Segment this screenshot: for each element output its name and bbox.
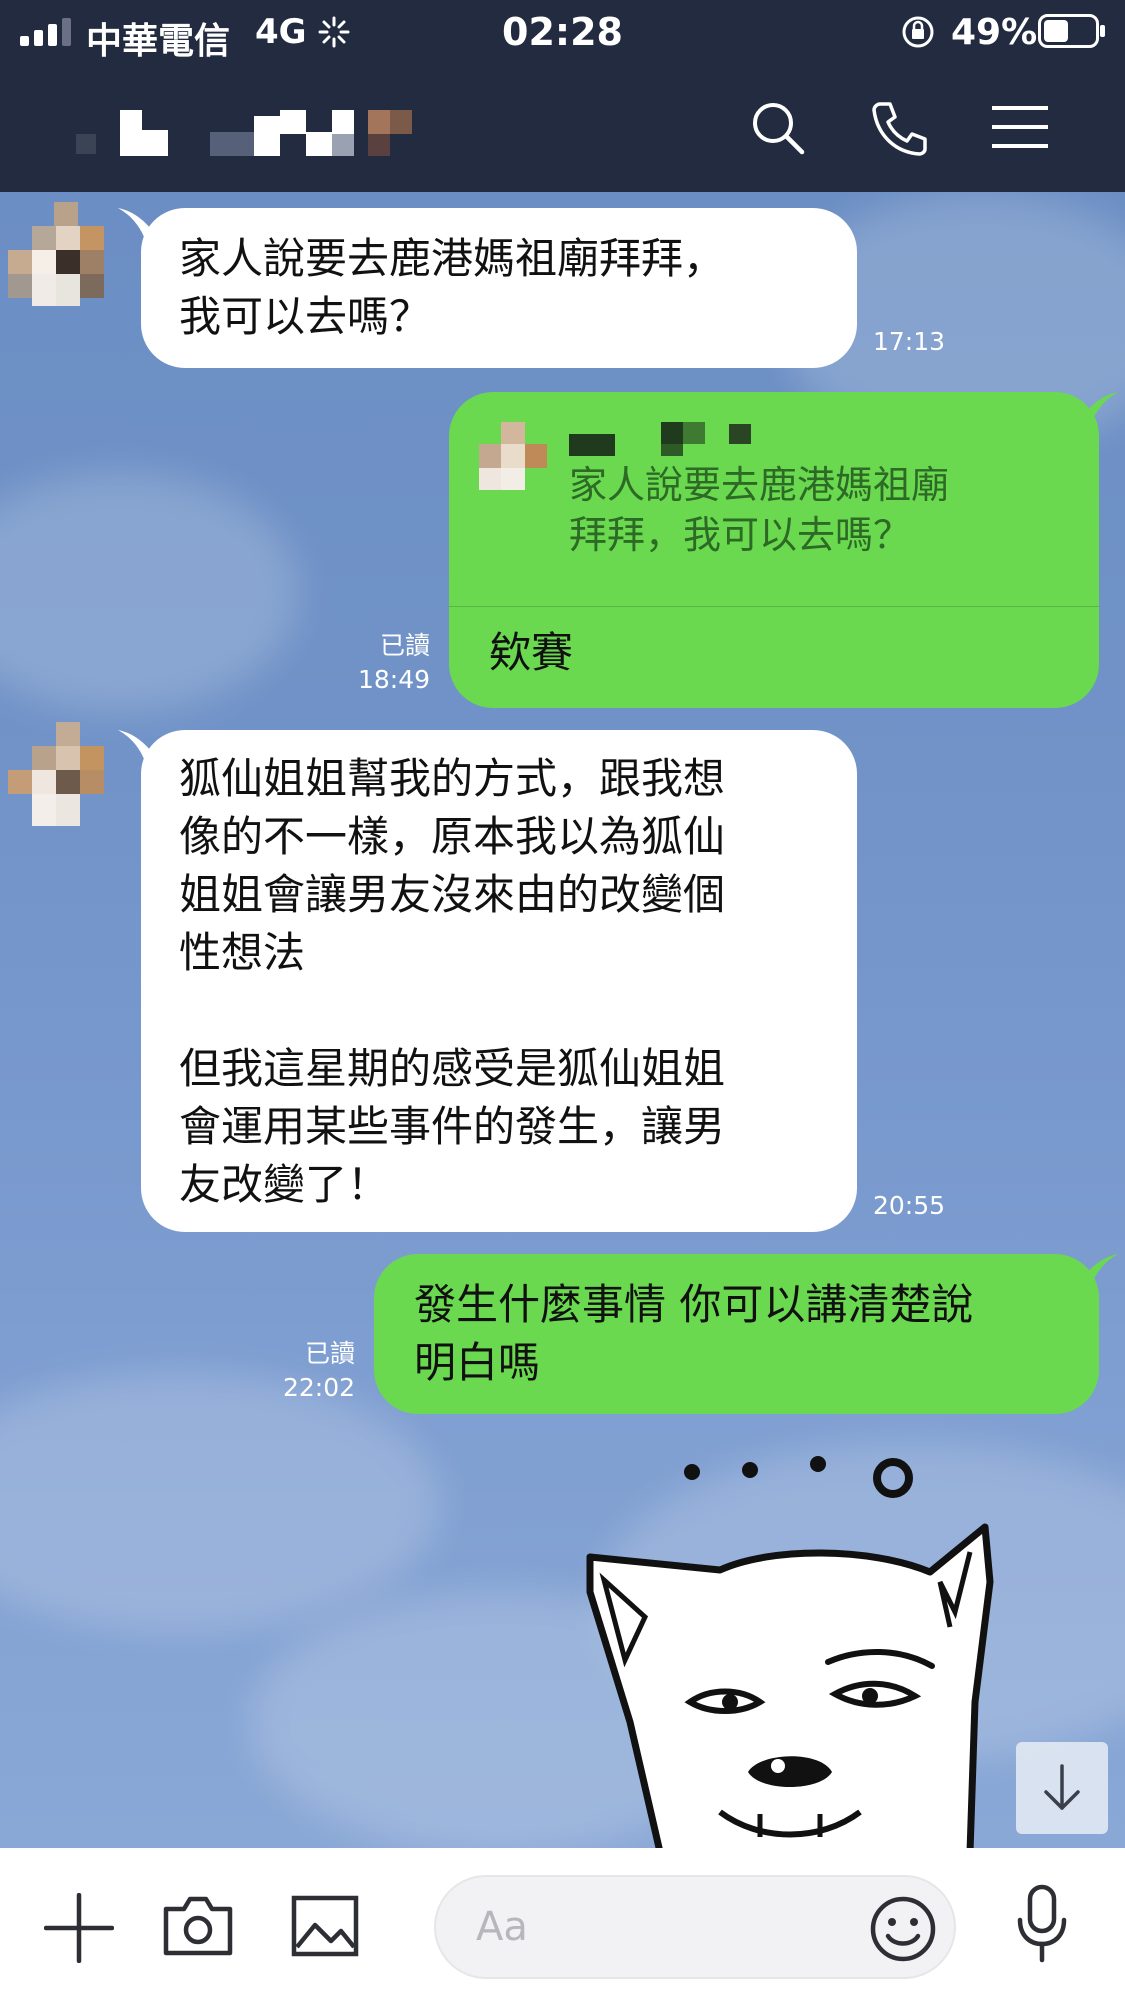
message-time: 17:13 xyxy=(873,327,946,356)
reply-sender-pixelated xyxy=(569,422,799,456)
read-receipt: 已讀 xyxy=(304,1339,355,1368)
avatar[interactable] xyxy=(8,202,112,306)
arrow-down-icon xyxy=(1044,1764,1080,1810)
rotation-lock-icon xyxy=(902,16,934,48)
chat-area[interactable]: 家人說要去鹿港媽祖廟拜拜， 我可以去嗎？ 17:13 家人說要去鹿港媽祖廟 拜拜… xyxy=(0,192,1125,1848)
contact-name-pixelated[interactable] xyxy=(70,104,420,166)
message-time: 20:55 xyxy=(873,1191,946,1220)
message-input[interactable]: Aa xyxy=(434,1875,956,1979)
search-icon[interactable] xyxy=(748,98,808,158)
input-bar: Aa xyxy=(0,1848,1125,2001)
dog-sticker[interactable] xyxy=(570,1452,1010,1848)
read-receipt: 已讀 xyxy=(379,631,430,660)
bubble-tail xyxy=(118,730,158,770)
emoji-icon[interactable] xyxy=(868,1894,938,1964)
message-bubble-outgoing[interactable]: 家人說要去鹿港媽祖廟 拜拜，我可以去嗎？ 欸賽 xyxy=(449,392,1099,708)
status-bar: 中華電信 4G 02:28 49% xyxy=(0,0,1125,62)
bubble-tail xyxy=(118,208,158,248)
bubble-tail xyxy=(1078,1254,1118,1294)
battery-percent: 49% xyxy=(951,12,1038,53)
message-text: 家人說要去鹿港媽祖廟拜拜， 我可以去嗎？ xyxy=(179,234,726,341)
message-time: 18:49 xyxy=(357,665,430,694)
scroll-to-bottom-button[interactable] xyxy=(1016,1742,1108,1834)
reply-avatar xyxy=(479,422,547,490)
message-text: 欸賽 xyxy=(489,628,574,677)
phone-icon[interactable] xyxy=(866,98,928,160)
bubble-tail xyxy=(1078,392,1118,432)
image-icon[interactable] xyxy=(291,1895,359,1957)
message-input-placeholder: Aa xyxy=(476,1904,528,1950)
plus-icon[interactable] xyxy=(44,1893,114,1963)
reply-quote-text: 家人說要去鹿港媽祖廟 拜拜，我可以去嗎？ xyxy=(569,463,950,557)
avatar[interactable] xyxy=(8,722,112,826)
message-text: 發生什麼事情 你可以講清楚說 明白嗎 xyxy=(414,1280,974,1387)
message-bubble-outgoing[interactable]: 發生什麼事情 你可以講清楚說 明白嗎 xyxy=(374,1254,1099,1414)
battery-icon xyxy=(1038,14,1105,48)
menu-icon[interactable] xyxy=(992,104,1048,150)
message-text: 狐仙姐姐幫我的方式，跟我想 像的不一樣，原本我以為狐仙 姐姐會讓男友沒來由的改變… xyxy=(179,754,726,1209)
camera-icon[interactable] xyxy=(162,1895,234,1957)
reply-quote[interactable]: 家人說要去鹿港媽祖廟 拜拜，我可以去嗎？ xyxy=(449,392,1099,607)
microphone-icon[interactable] xyxy=(1014,1884,1070,1964)
message-time: 22:02 xyxy=(282,1373,355,1402)
message-bubble-incoming[interactable]: 狐仙姐姐幫我的方式，跟我想 像的不一樣，原本我以為狐仙 姐姐會讓男友沒來由的改變… xyxy=(141,730,857,1232)
chat-header xyxy=(0,62,1125,192)
message-bubble-incoming[interactable]: 家人說要去鹿港媽祖廟拜拜， 我可以去嗎？ xyxy=(141,208,857,368)
